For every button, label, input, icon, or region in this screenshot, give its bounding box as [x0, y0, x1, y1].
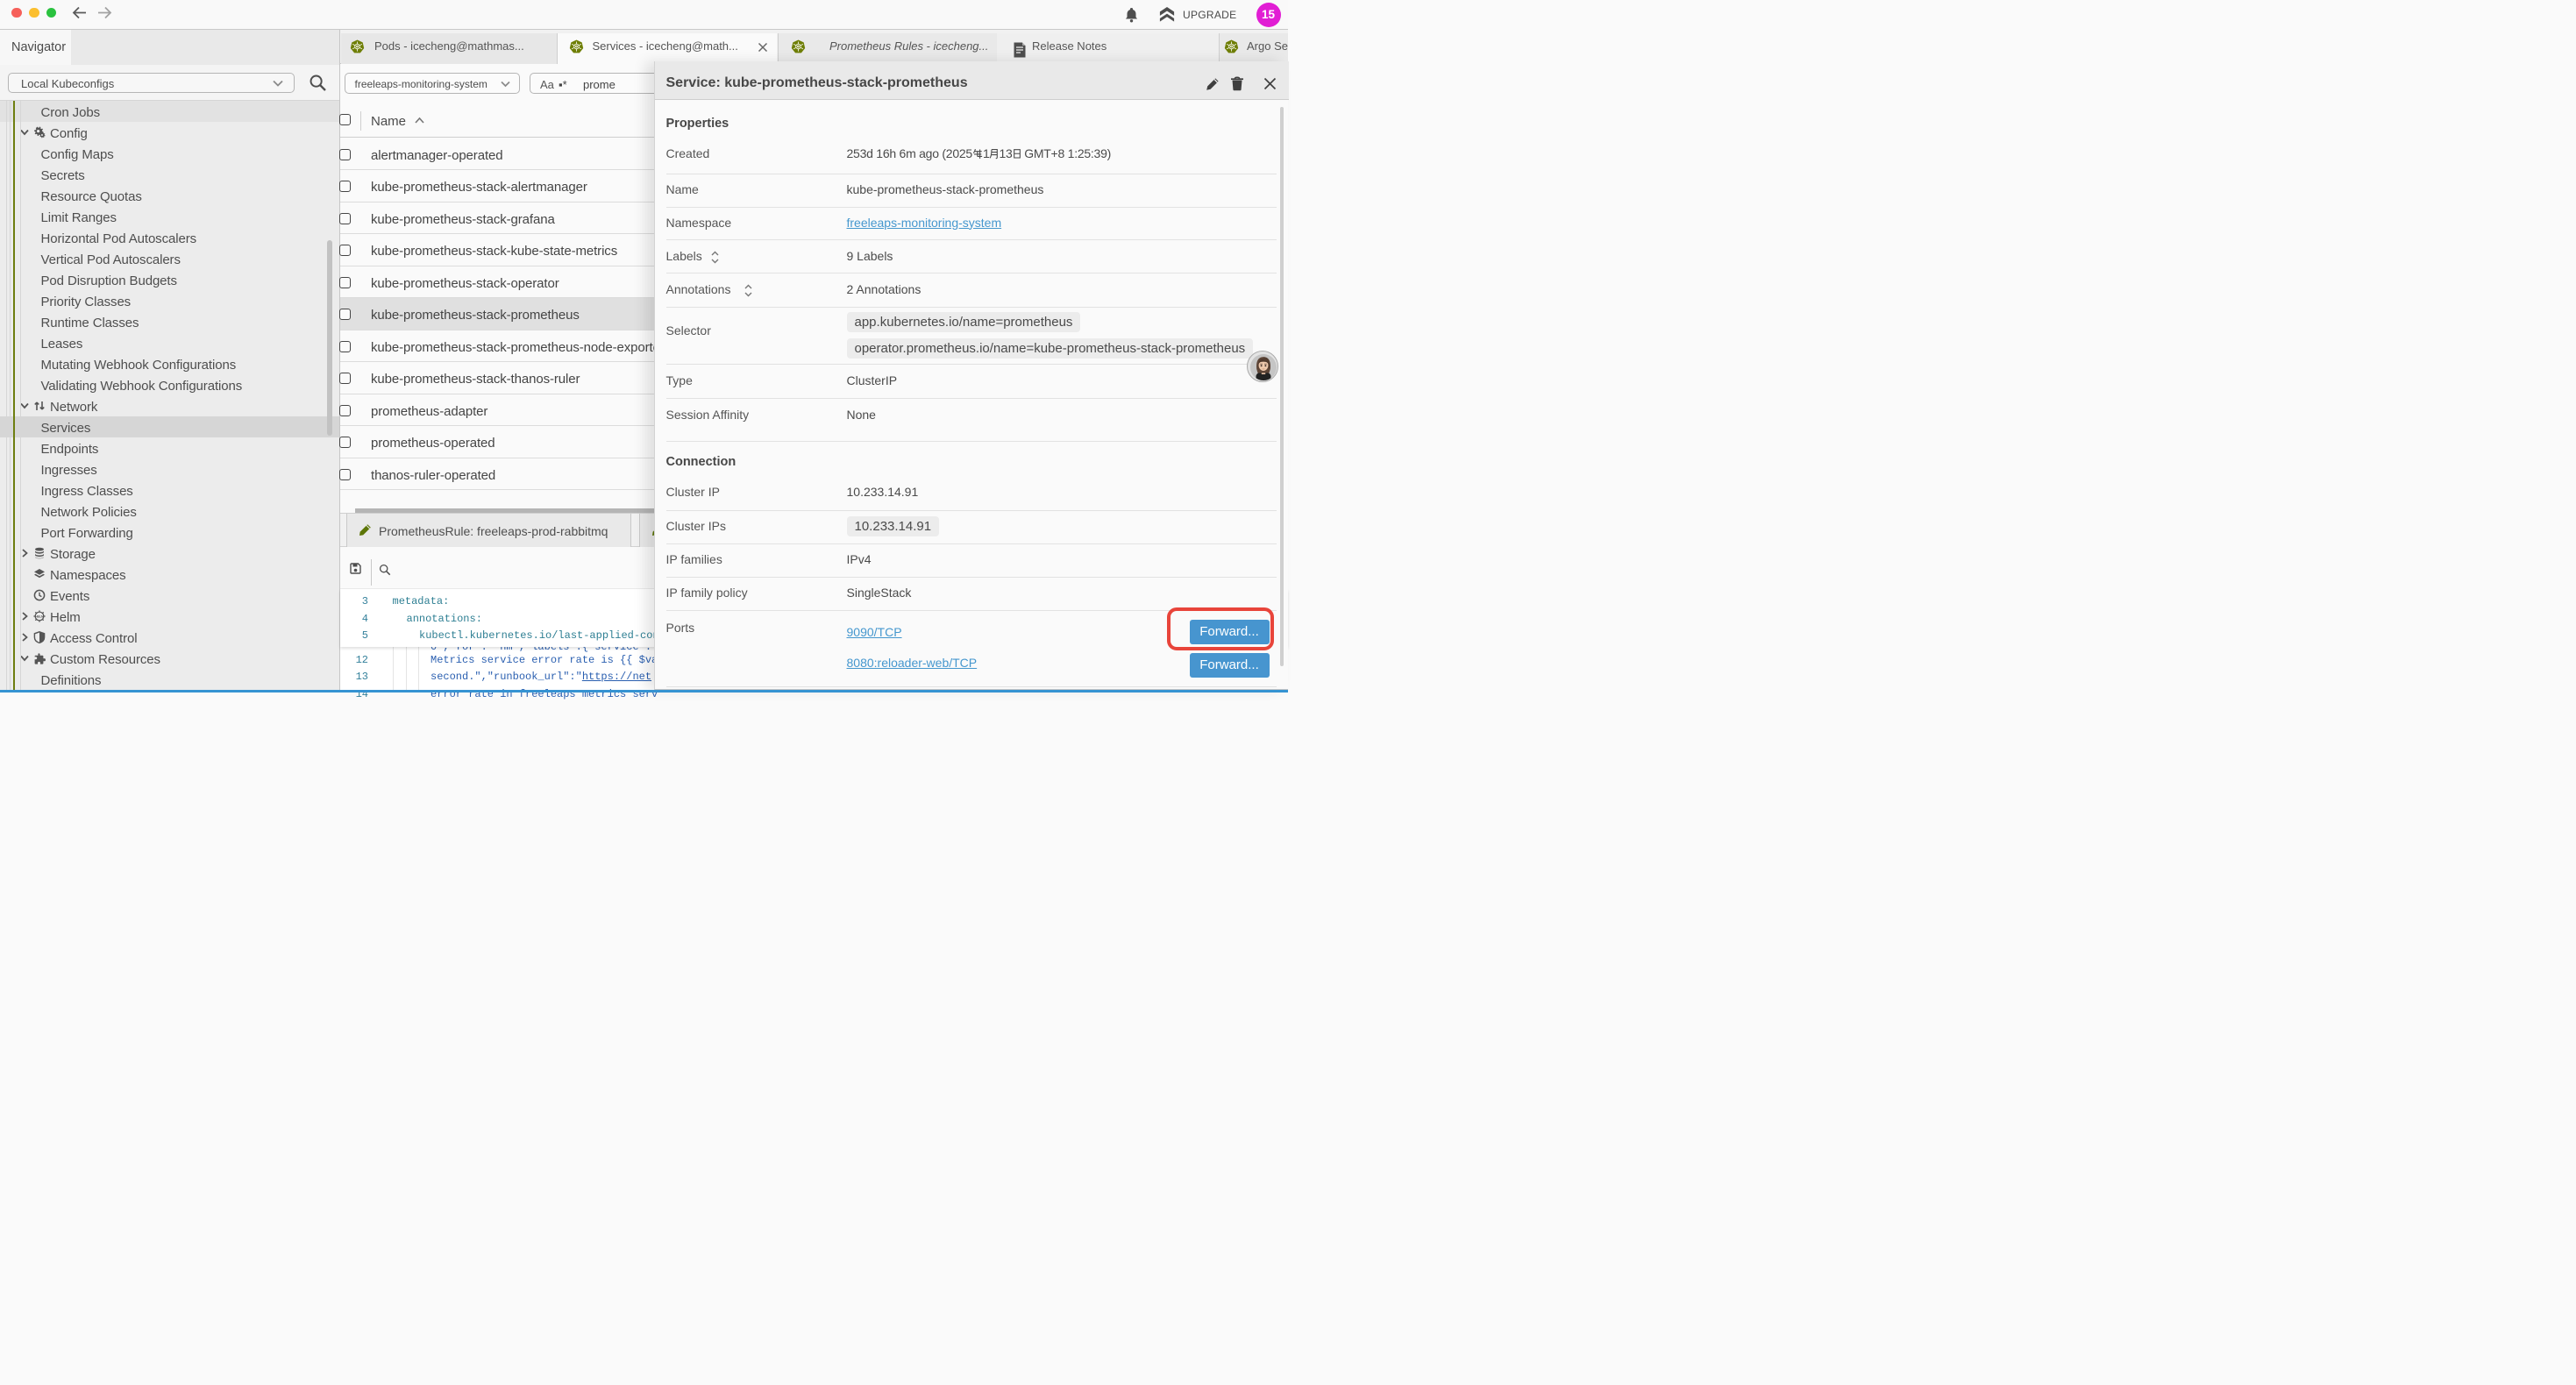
svg-text:HELM: HELM	[35, 614, 44, 618]
